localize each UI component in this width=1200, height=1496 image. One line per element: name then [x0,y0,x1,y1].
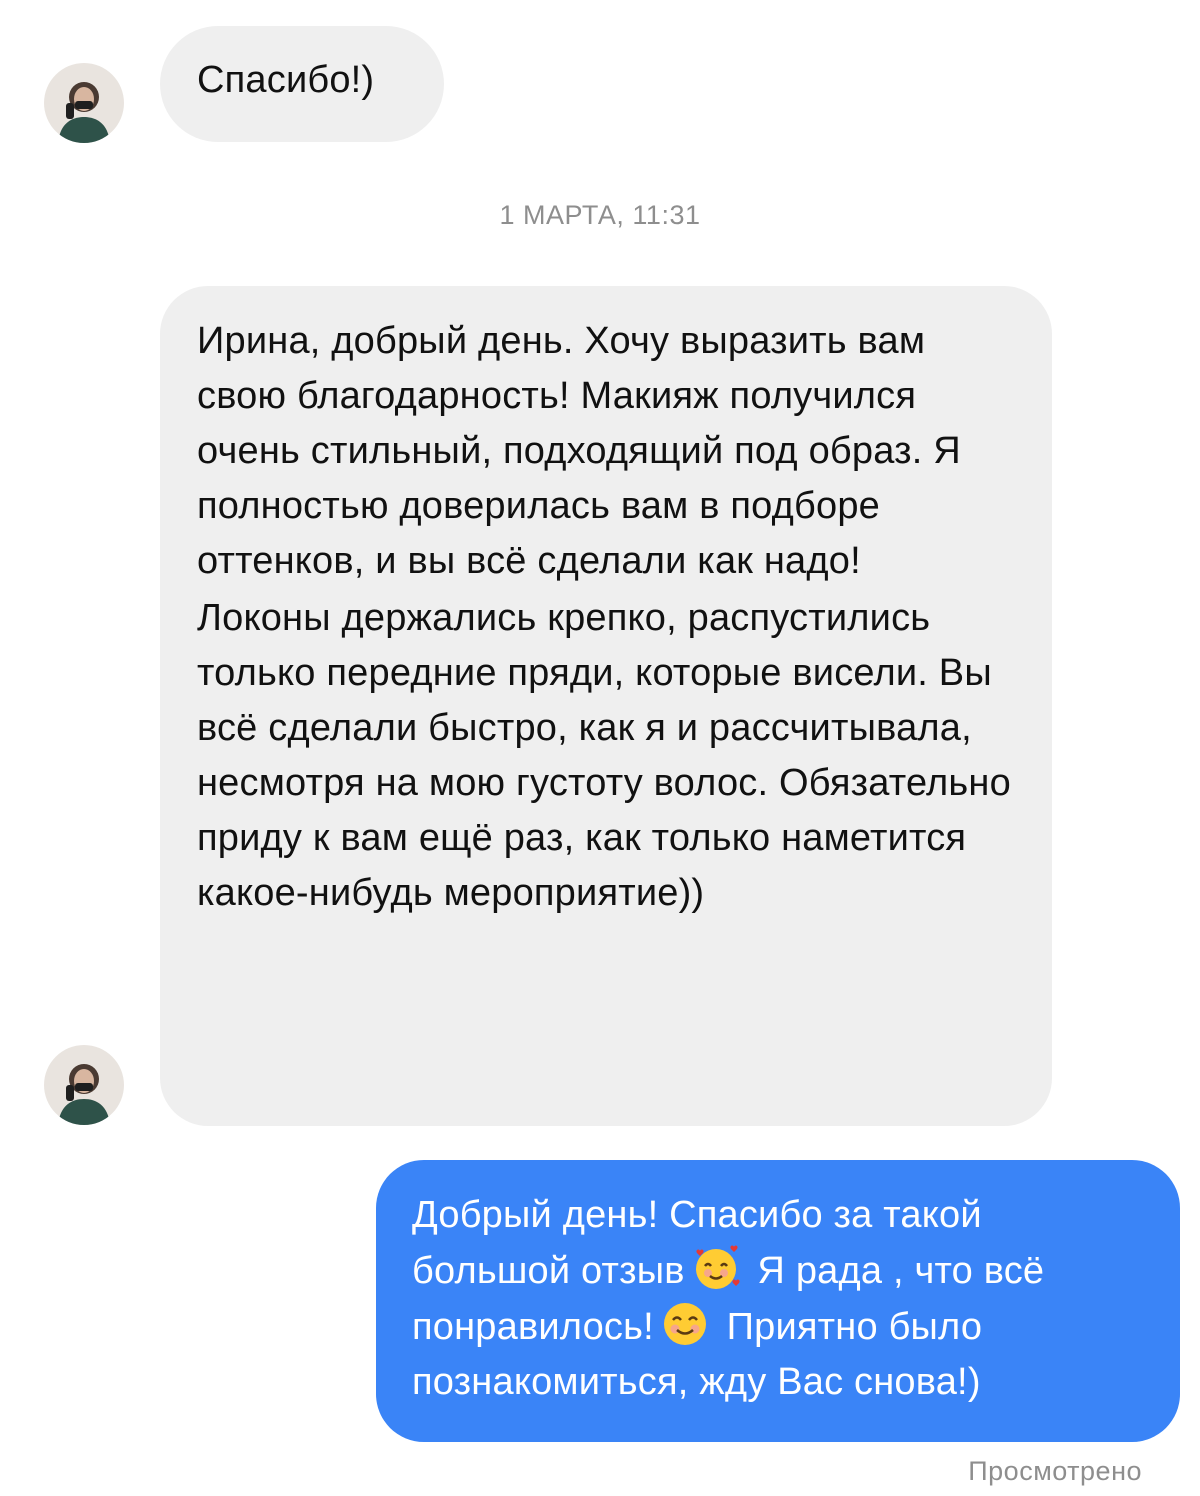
message-text: Спасибо!) [197,59,375,101]
contact-avatar[interactable] [44,63,124,143]
chat-thread: Спасибо!) 1 МАРТА, 11:31 Ирина, добрый д… [0,0,1200,1496]
outgoing-message-bubble[interactable]: Добрый день! Спасибо за такой большой от… [376,1160,1180,1442]
avatar-photo-icon [44,1045,124,1125]
incoming-message-bubble[interactable]: Ирина, добрый день. Хочу выразить вам св… [160,286,1052,1126]
message-paragraph: Ирина, добрый день. Хочу выразить вам св… [197,320,961,582]
message-timestamp: 1 МАРТА, 11:31 [499,200,701,230]
avatar-photo-icon [44,63,124,143]
contact-avatar[interactable] [44,1045,124,1125]
message-text: Добрый день! Спасибо за такой большой от… [412,1188,1150,1410]
message-paragraph: Локоны держались крепко, распустились то… [197,597,1011,914]
smiling-face-with-hearts-icon [695,1245,740,1289]
seen-status: Просмотрено [968,1456,1142,1486]
smiling-face-icon [663,1303,706,1345]
incoming-message-bubble[interactable]: Спасибо!) [160,26,444,142]
